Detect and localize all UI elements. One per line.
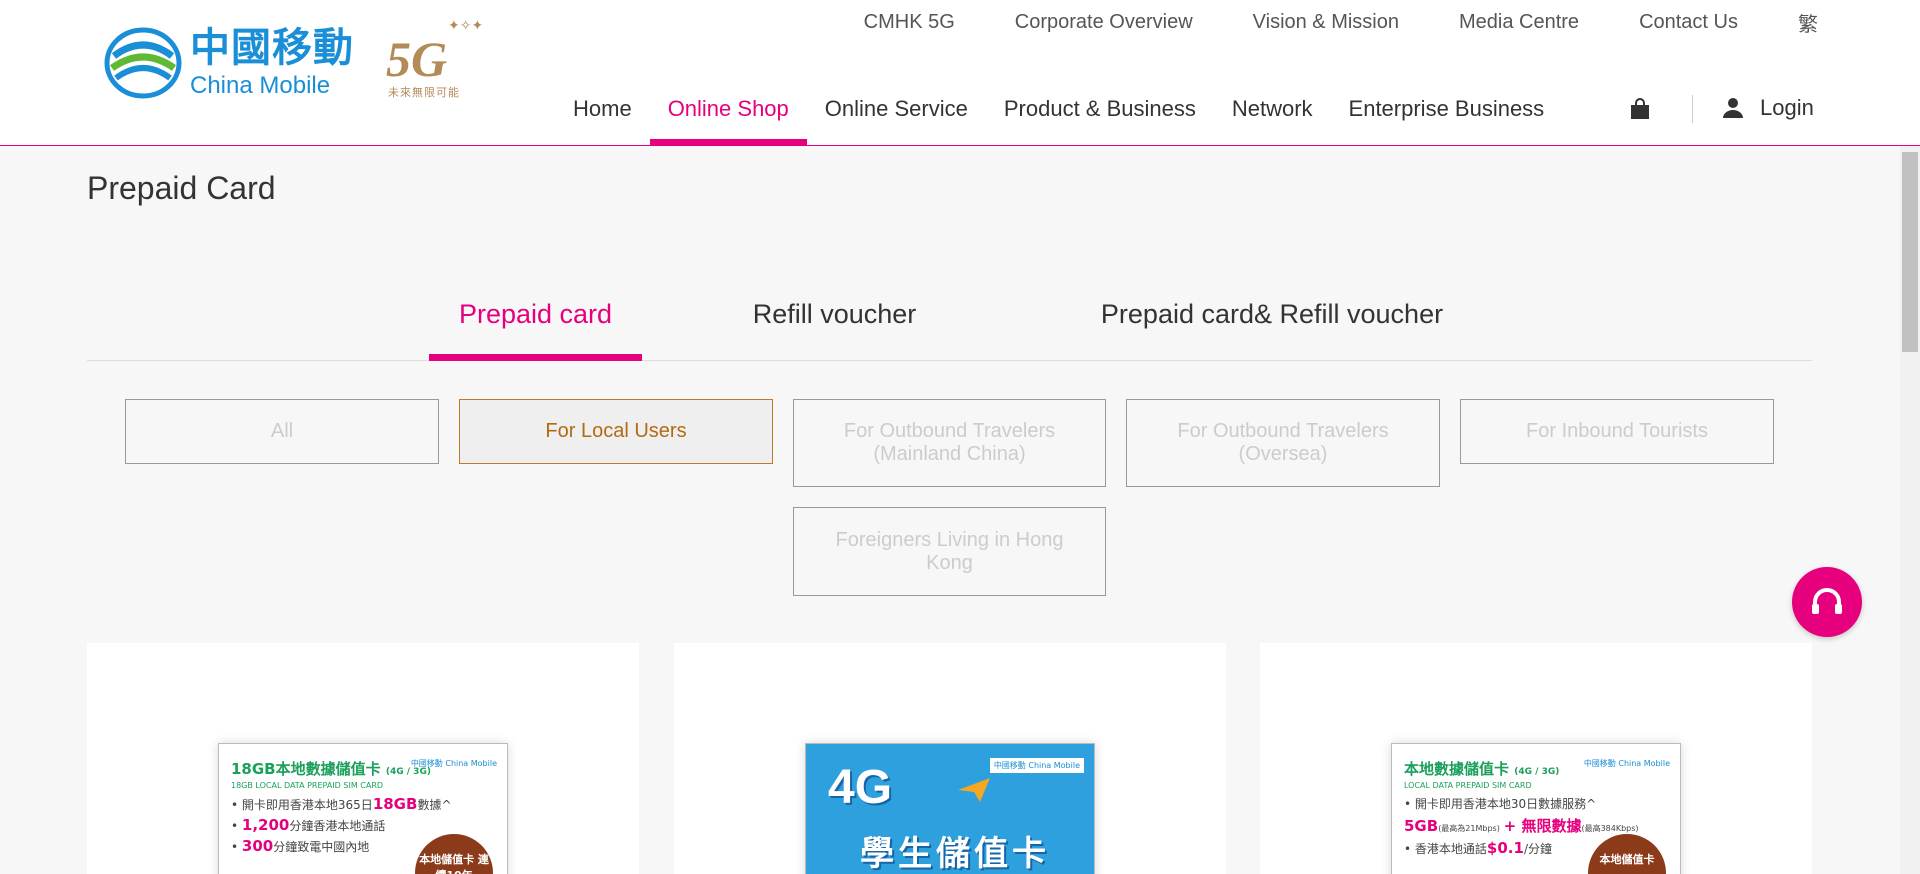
product-feature: 分鐘香港本地通話 xyxy=(289,819,386,833)
shopping-bag-icon[interactable] xyxy=(1630,98,1650,120)
product-feature-value: 300 xyxy=(241,837,274,855)
filter-foreigners-hk[interactable]: Foreigners Living in Hong Kong xyxy=(793,507,1106,596)
product-logo: 中國移動 China Mobile xyxy=(410,759,497,768)
filter-inbound-tourists[interactable]: For Inbound Tourists xyxy=(1460,399,1774,464)
product-headline: 本地數據儲值卡 xyxy=(1404,760,1510,778)
product-feature: 數據^ xyxy=(417,798,452,812)
filter-outbound-oversea[interactable]: For Outbound Travelers (Oversea) xyxy=(1126,399,1440,487)
nav-online-shop[interactable]: Online Shop xyxy=(649,90,807,146)
product-feature-value: 1,200 xyxy=(241,816,290,834)
top-nav-contact-us[interactable]: Contact Us xyxy=(1639,11,1738,34)
site-header: 中國移動 China Mobile ✦✧✦ 5G 未來無限可能 CMHK 5G … xyxy=(0,0,1920,146)
product-headline: 18GB本地數據儲值卡 xyxy=(231,760,381,778)
login-label: Login xyxy=(1760,95,1814,120)
product-logo: 中國移動 China Mobile xyxy=(989,758,1084,773)
product-feature: (最高為21Mbps) xyxy=(1438,824,1500,833)
nav-divider xyxy=(1692,95,1693,123)
filter-outbound-mainland[interactable]: For Outbound Travelers (Mainland China) xyxy=(793,399,1106,487)
5g-logo: ✦✧✦ 5G 未來無限可能 xyxy=(386,18,486,99)
product-headline: 4G xyxy=(828,761,893,814)
nav-home[interactable]: Home xyxy=(555,90,650,146)
brand-name-en: China Mobile xyxy=(190,72,331,99)
filter-local-users[interactable]: For Local Users xyxy=(459,399,773,464)
login-button[interactable]: Login xyxy=(1722,95,1814,121)
product-feature-value: 5GB xyxy=(1404,817,1439,835)
tab-prepaid-card[interactable]: Prepaid card xyxy=(429,285,642,361)
sparkle-icon: ✦✧✦ xyxy=(448,18,484,34)
customer-service-button[interactable] xyxy=(1792,567,1862,637)
product-logo: 中國移動 China Mobile xyxy=(1583,759,1670,768)
page-scrollbar[interactable] xyxy=(1900,146,1920,874)
tab-refill-voucher[interactable]: Refill voucher xyxy=(747,285,922,360)
product-card[interactable]: 中國移動 China Mobile 4G 學生儲值卡 xyxy=(674,643,1226,874)
main-nav: Home Online Shop Online Service Product … xyxy=(555,90,1562,146)
china-mobile-logo[interactable]: 中國移動 China Mobile xyxy=(104,26,354,100)
product-subtitle: LOCAL DATA PREPAID SIM CARD xyxy=(1404,781,1532,790)
tab-prepaid-refill[interactable]: Prepaid card& Refill voucher xyxy=(1092,285,1452,360)
filter-all[interactable]: All xyxy=(125,399,439,464)
top-nav-corporate-overview[interactable]: Corporate Overview xyxy=(1015,11,1193,34)
product-feature: (最高384Kbps) xyxy=(1581,824,1639,833)
headset-icon xyxy=(1812,588,1842,614)
top-nav-vision-mission[interactable]: Vision & Mission xyxy=(1253,11,1399,34)
product-feature-value: $0.1 xyxy=(1486,839,1524,857)
product-feature-value: 18GB xyxy=(372,795,418,813)
china-mobile-logo-icon xyxy=(104,27,182,99)
product-feature-value: + 無限數據 xyxy=(1503,817,1582,835)
product-card[interactable]: 中國移動 China Mobile 18GB本地數據儲值卡 (4G / 3G) … xyxy=(87,643,639,874)
nav-online-service[interactable]: Online Service xyxy=(807,90,986,146)
product-image: 中國移動 China Mobile 18GB本地數據儲值卡 (4G / 3G) … xyxy=(218,743,508,874)
category-tabs: Prepaid card Refill voucher Prepaid card… xyxy=(87,285,1812,361)
top-nav-media-centre[interactable]: Media Centre xyxy=(1459,11,1579,34)
user-icon xyxy=(1723,98,1743,118)
paper-plane-icon xyxy=(958,778,990,802)
5g-mark: 5G xyxy=(386,31,448,87)
5g-slogan: 未來無限可能 xyxy=(388,86,460,99)
scrollbar-thumb[interactable] xyxy=(1902,152,1918,352)
page-title: Prepaid Card xyxy=(87,170,276,206)
product-feature: 分鐘致電中國內地 xyxy=(273,840,370,854)
brand-name-cn: 中國移動 xyxy=(190,25,354,71)
product-subtitle: 18GB LOCAL DATA PREPAID SIM CARD xyxy=(231,781,384,790)
product-feature: 香港本地通話 xyxy=(1414,842,1487,856)
nav-enterprise-business[interactable]: Enterprise Business xyxy=(1331,90,1563,146)
product-image: 中國移動 China Mobile 本地數據儲值卡 (4G / 3G) LOCA… xyxy=(1391,743,1681,874)
product-feature: 開卡即用香港本地30日數據服務^ xyxy=(1414,797,1597,811)
product-tag: (4G / 3G) xyxy=(1514,767,1560,777)
top-nav: CMHK 5G Corporate Overview Vision & Miss… xyxy=(864,8,1818,37)
language-toggle[interactable]: 繁 xyxy=(1798,8,1818,37)
product-card[interactable]: 中國移動 China Mobile 本地數據儲值卡 (4G / 3G) LOCA… xyxy=(1260,643,1812,874)
top-nav-cmhk-5g[interactable]: CMHK 5G xyxy=(864,11,955,34)
product-title: 學生儲值卡 xyxy=(860,834,1050,874)
nav-product-business[interactable]: Product & Business xyxy=(986,90,1214,146)
product-image: 中國移動 China Mobile 4G 學生儲值卡 xyxy=(805,743,1095,874)
nav-network[interactable]: Network xyxy=(1214,90,1331,146)
product-feature: 開卡即用香港本地365日 xyxy=(241,798,373,812)
product-feature: /分鐘 xyxy=(1523,842,1552,856)
